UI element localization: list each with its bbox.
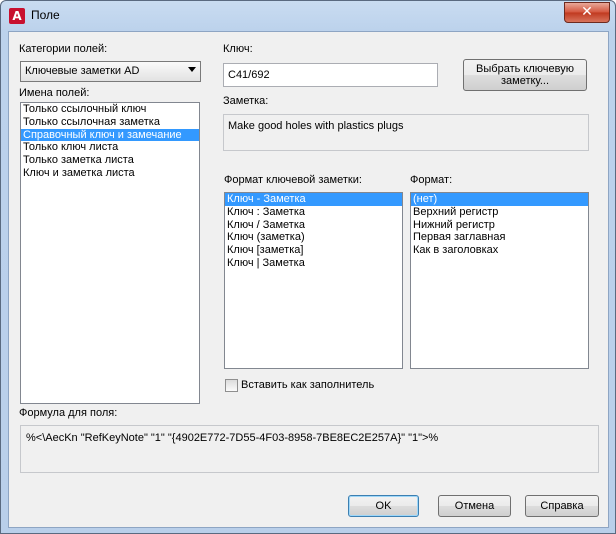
list-item[interactable]: (нет) — [411, 193, 588, 206]
placeholder-checkbox-label[interactable]: Вставить как заполнитель — [241, 379, 374, 391]
dialog-client: Категории полей: Ключевые заметки AD Име… — [8, 31, 609, 528]
field-names-label: Имена полей: — [19, 87, 90, 99]
key-label: Ключ: — [223, 43, 253, 55]
list-item[interactable]: Ключ / Заметка — [225, 219, 402, 232]
list-item[interactable]: Ключ : Заметка — [225, 206, 402, 219]
keynote-format-label: Формат ключевой заметки: — [224, 174, 362, 186]
keynote-format-list[interactable]: Ключ - Заметка Ключ : Заметка Ключ / Замет… — [224, 192, 403, 369]
note-label: Заметка: — [223, 95, 269, 107]
list-item[interactable]: Как в заголовках — [411, 244, 588, 257]
close-button[interactable]: ✕ — [564, 2, 610, 23]
key-value: C41/692 — [228, 69, 270, 81]
format-label: Формат: — [410, 174, 453, 186]
note-field: Make good holes with plastics plugs — [223, 114, 589, 151]
select-keynote-line2: заметку... — [500, 75, 550, 87]
list-item[interactable]: Ключ [заметка] — [225, 244, 402, 257]
list-item[interactable]: Только ссылочная заметка — [21, 116, 199, 129]
list-item[interactable]: Справочный ключ и замечание — [21, 128, 199, 142]
list-item[interactable]: Только заметка листа — [21, 154, 199, 167]
window-title: Поле — [31, 8, 60, 22]
cancel-button[interactable]: Отмена — [438, 495, 511, 517]
key-input[interactable]: C41/692 — [223, 63, 438, 87]
categories-label: Категории полей: — [19, 43, 108, 55]
list-item[interactable]: Первая заглавная — [411, 231, 588, 244]
list-item[interactable]: Ключ (заметка) — [225, 231, 402, 244]
close-icon: ✕ — [581, 4, 593, 20]
formula-field: %<\AecKn "RefKeyNote" "1" "{4902E772-7D5… — [20, 425, 599, 473]
autocad-logo-icon: A — [9, 8, 25, 24]
note-value: Make good holes with plastics plugs — [228, 120, 404, 132]
list-item[interactable]: Ключ | Заметка — [225, 257, 402, 270]
help-button[interactable]: Справка — [525, 495, 599, 517]
dialog-window: A Поле ✕ Категории полей: Ключевые замет… — [0, 0, 616, 534]
list-item[interactable]: Нижний регистр — [411, 219, 588, 232]
list-item[interactable]: Только ключ листа — [21, 141, 199, 154]
format-list[interactable]: (нет) Верхний регистр Нижний регистр Первая… — [410, 192, 589, 369]
select-keynote-button[interactable]: Выбрать ключевую заметку... — [463, 59, 587, 91]
list-item[interactable]: Только ссылочный ключ — [21, 103, 199, 116]
chevron-down-icon[interactable] — [188, 67, 196, 72]
categories-selected: Ключевые заметки AD — [25, 65, 140, 77]
field-names-list[interactable]: Только ссылочный ключ Только ссылочная за… — [20, 102, 200, 404]
select-keynote-line1: Выбрать ключевую — [476, 63, 574, 75]
categories-dropdown[interactable]: Ключевые заметки AD — [20, 61, 201, 82]
list-item[interactable]: Ключ и заметка листа — [21, 167, 199, 180]
list-item[interactable]: Ключ - Заметка — [225, 193, 402, 206]
formula-value: %<\AecKn "RefKeyNote" "1" "{4902E772-7D5… — [26, 432, 439, 444]
formula-label: Формула для поля: — [19, 407, 118, 419]
list-item[interactable]: Верхний регистр — [411, 206, 588, 219]
ok-button[interactable]: OK — [348, 495, 419, 517]
placeholder-checkbox[interactable] — [225, 379, 238, 392]
title-bar[interactable]: A Поле ✕ — [1, 1, 615, 31]
